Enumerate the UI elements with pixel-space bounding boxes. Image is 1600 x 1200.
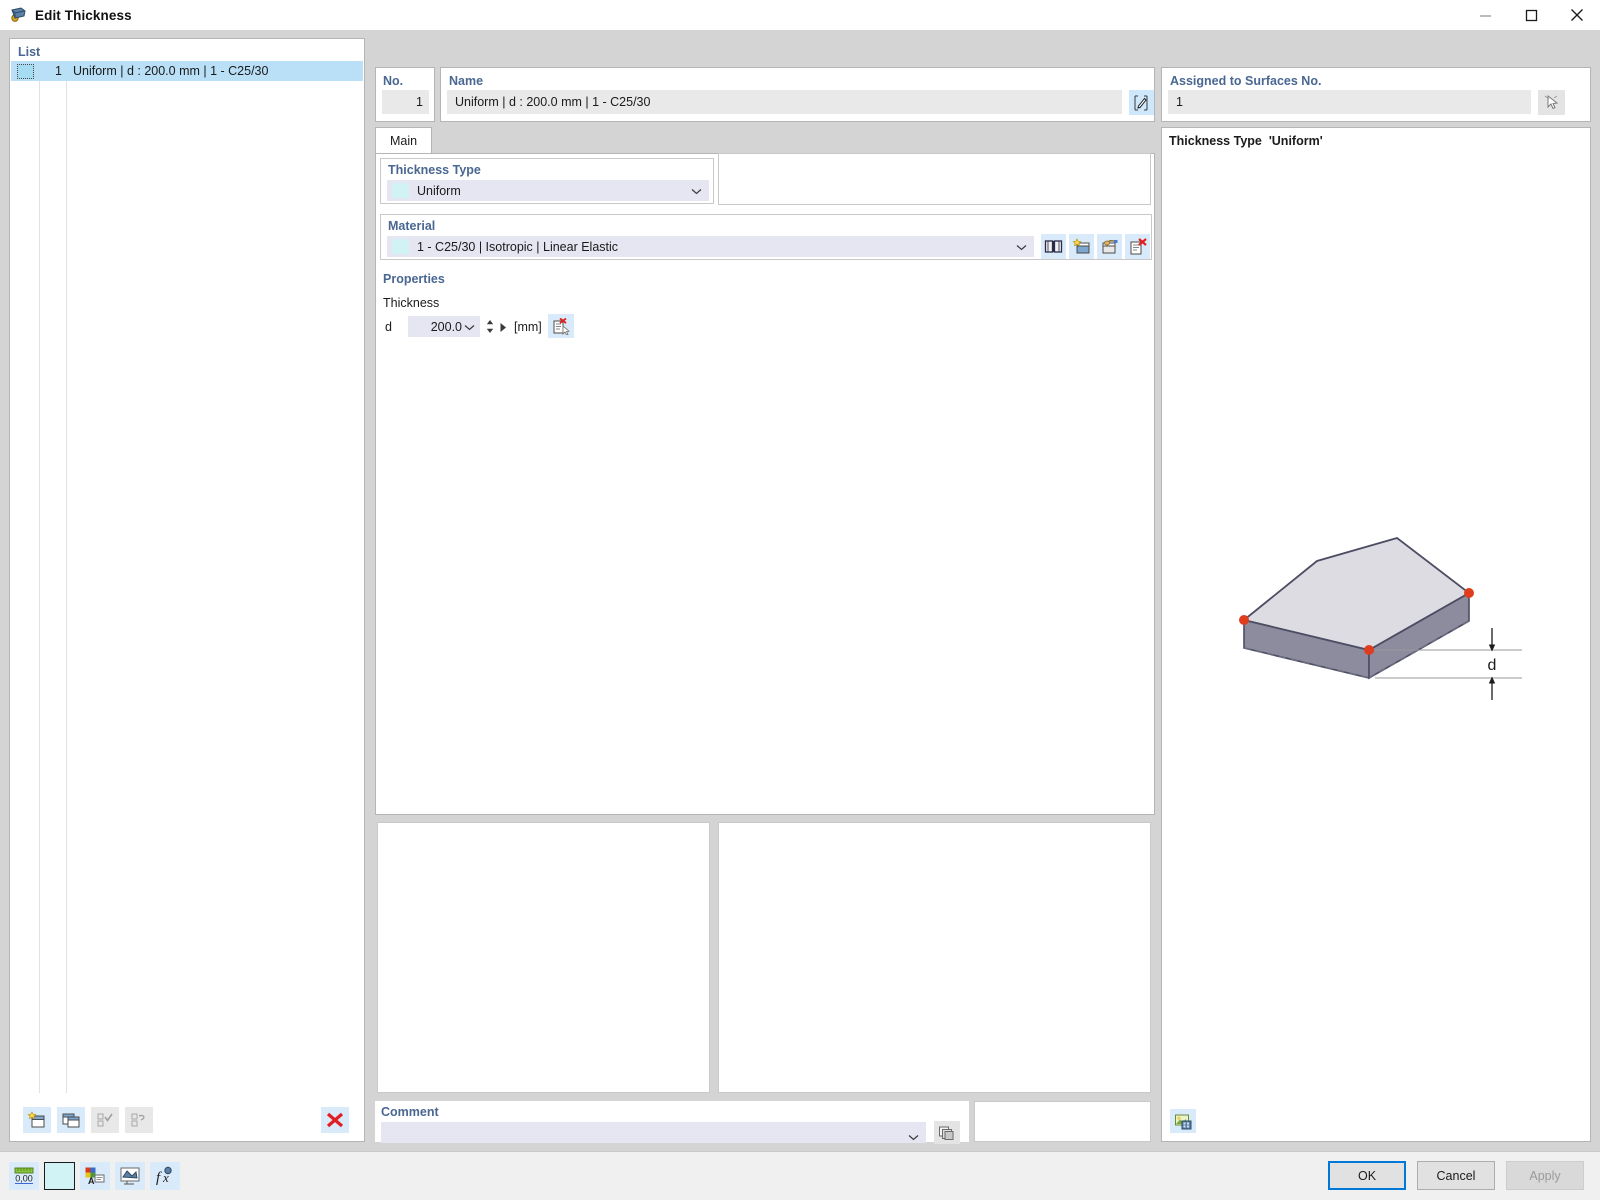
units-button[interactable]: 0,00 xyxy=(9,1162,39,1190)
no-section: No. 1 xyxy=(375,67,435,122)
list-rows[interactable]: 1 Uniform | d : 200.0 mm | 1 - C25/30 xyxy=(11,61,363,1093)
select-cursor-icon[interactable] xyxy=(1538,90,1565,115)
text-properties-button[interactable]: A xyxy=(80,1162,110,1190)
thickness-type-group: Thickness Type Uniform xyxy=(380,158,714,204)
assigned-label: Assigned to Surfaces No. xyxy=(1170,74,1321,88)
copy-item-button[interactable] xyxy=(57,1107,85,1133)
preview-title: Thickness Type 'Uniform' xyxy=(1169,134,1323,148)
dialog-buttons: OK Cancel Apply xyxy=(1317,1161,1584,1190)
name-section: Name Uniform | d : 200.0 mm | 1 - C25/30 xyxy=(440,67,1155,122)
bottom-toolbar: 0,00 A xyxy=(9,1162,185,1190)
edit-material-button[interactable] xyxy=(1097,234,1122,259)
close-icon[interactable] xyxy=(1554,0,1600,31)
chevron-down-icon xyxy=(464,320,475,334)
thickness-value: 200.0 xyxy=(431,320,462,334)
comment-library-icon[interactable] xyxy=(934,1121,960,1144)
select-all-button xyxy=(91,1107,119,1133)
material-value: 1 - C25/30 | Isotropic | Linear Elastic xyxy=(417,240,618,254)
table-row[interactable]: 1 Uniform | d : 200.0 mm | 1 - C25/30 xyxy=(11,61,363,81)
minimize-icon[interactable] xyxy=(1462,0,1508,31)
material-library-button[interactable] xyxy=(1041,234,1066,259)
maximize-icon[interactable] xyxy=(1508,0,1554,31)
row-description: Uniform | d : 200.0 mm | 1 - C25/30 xyxy=(73,64,268,78)
display-properties-button[interactable] xyxy=(115,1162,145,1190)
chevron-down-icon xyxy=(691,184,702,198)
name-field[interactable]: Uniform | d : 200.0 mm | 1 - C25/30 xyxy=(447,90,1122,114)
material-swatch xyxy=(392,239,409,254)
ok-button[interactable]: OK xyxy=(1328,1161,1406,1190)
list-panel: List 1 Uniform | d : 200.0 mm | 1 - C25/… xyxy=(9,38,365,1142)
thickness-unit-label: [mm] xyxy=(514,320,542,334)
svg-text:0,00: 0,00 xyxy=(15,1174,33,1184)
plate-3d-preview: d xyxy=(1162,508,1590,768)
play-arrow-icon[interactable] xyxy=(499,321,508,336)
title-bar: Edit Thickness xyxy=(0,0,1600,31)
row-color-swatch xyxy=(17,64,34,79)
thickness-subheading: Thickness xyxy=(383,296,439,310)
thickness-type-label: Thickness Type xyxy=(388,163,481,177)
assigned-surfaces-section: Assigned to Surfaces No. 1 xyxy=(1161,67,1591,122)
properties-label: Properties xyxy=(383,272,445,286)
lower-left-panel xyxy=(377,822,710,1093)
window-controls xyxy=(1462,0,1600,31)
thickness-type-value: Uniform xyxy=(417,184,461,198)
material-select[interactable]: 1 - C25/30 | Isotropic | Linear Elastic xyxy=(387,236,1034,257)
tab-strip: Main xyxy=(375,127,1155,153)
thickness-icon xyxy=(9,6,27,24)
material-buttons xyxy=(1041,234,1153,259)
lower-right-panel xyxy=(718,822,1151,1093)
comment-label: Comment xyxy=(381,1105,439,1119)
list-label: List xyxy=(18,45,40,59)
d-symbol-label: d xyxy=(385,320,392,334)
formula-button[interactable]: f x xyxy=(150,1162,180,1190)
material-group: Material 1 - C25/30 | Isotropic | Linear… xyxy=(380,214,1152,260)
thickness-value-input[interactable]: 200.0 xyxy=(408,316,480,337)
dialog-body: List 1 Uniform | d : 200.0 mm | 1 - C25/… xyxy=(0,31,1600,1200)
dimension-label-d: d xyxy=(1488,657,1497,674)
delete-material-button[interactable] xyxy=(1125,234,1150,259)
color-swatch-button[interactable] xyxy=(44,1162,75,1190)
svg-text:f: f xyxy=(156,1170,162,1186)
chevron-down-icon xyxy=(1016,240,1027,254)
rename-pencil-icon[interactable] xyxy=(1129,90,1154,115)
row-number: 1 xyxy=(36,64,62,78)
preview-panel: Thickness Type 'Uniform' d xyxy=(1161,127,1591,1142)
new-material-button[interactable] xyxy=(1069,234,1094,259)
thickness-type-side-panel xyxy=(718,153,1151,205)
delete-value-icon[interactable] xyxy=(548,314,574,338)
comment-section: Comment xyxy=(375,1101,969,1142)
bottom-bar: 0,00 A xyxy=(0,1151,1600,1200)
new-item-button[interactable] xyxy=(23,1107,51,1133)
name-label: Name xyxy=(449,74,483,88)
no-field[interactable]: 1 xyxy=(382,90,429,114)
main-tab-panel: Thickness Type Uniform Material 1 - C25/… xyxy=(375,153,1155,815)
material-label: Material xyxy=(388,219,435,233)
spinner-up-down-icon[interactable] xyxy=(484,316,496,337)
delete-item-button[interactable] xyxy=(321,1107,349,1133)
list-toolbar xyxy=(11,1099,363,1140)
cancel-button[interactable]: Cancel xyxy=(1417,1161,1495,1190)
invert-selection-button xyxy=(125,1107,153,1133)
assigned-field[interactable]: 1 xyxy=(1168,90,1531,114)
tab-main[interactable]: Main xyxy=(375,127,432,153)
apply-button: Apply xyxy=(1506,1161,1584,1190)
preview-title-value: 'Uniform' xyxy=(1269,134,1323,148)
no-label: No. xyxy=(383,74,403,88)
thickness-type-swatch xyxy=(392,183,409,198)
window-title: Edit Thickness xyxy=(35,8,132,23)
thickness-type-select[interactable]: Uniform xyxy=(387,180,709,201)
comment-side-panel xyxy=(974,1101,1151,1142)
svg-text:A: A xyxy=(88,1176,95,1186)
preview-title-prefix: Thickness Type xyxy=(1169,134,1262,148)
chevron-down-icon xyxy=(908,1129,919,1144)
image-settings-icon[interactable] xyxy=(1170,1109,1196,1133)
comment-input[interactable] xyxy=(381,1122,926,1143)
